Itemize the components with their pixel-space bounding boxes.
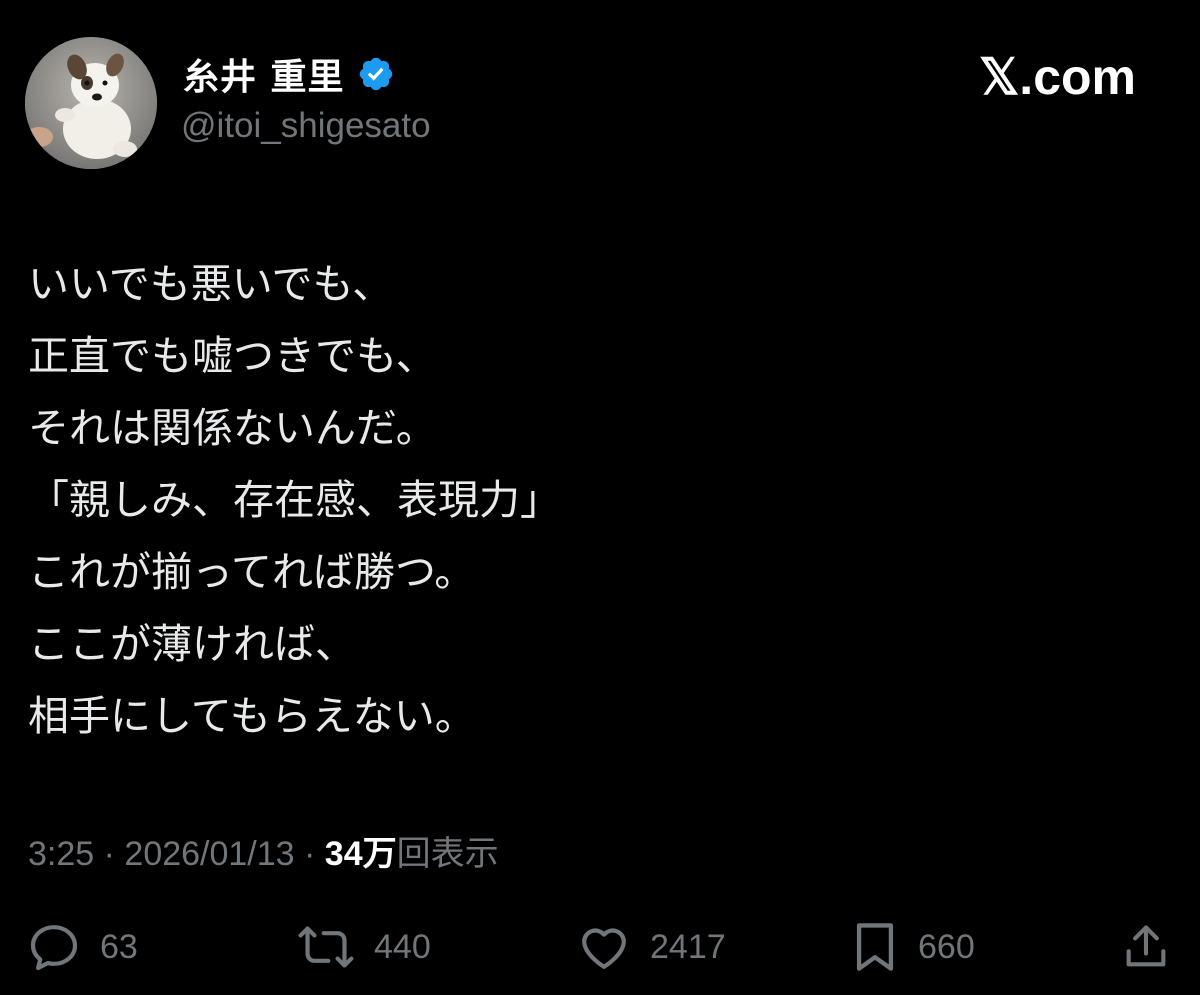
dog-avatar-image <box>25 37 157 169</box>
reply-count: 63 <box>100 927 138 966</box>
repost-count: 440 <box>374 927 431 966</box>
tweet-line: これが揃ってれば勝つ。 <box>28 548 476 596</box>
share-icon <box>1120 919 1172 975</box>
views-count[interactable]: 34万 <box>325 835 397 873</box>
repost-button[interactable]: 440 <box>296 915 431 979</box>
tweet-line: ここが薄ければ、 <box>28 620 356 668</box>
repost-icon <box>296 919 356 975</box>
tweet-meta: 3:25 · 2026/01/13 · 34万回表示 <box>28 826 499 875</box>
heart-icon <box>576 919 632 975</box>
views-label: 回表示 <box>396 835 499 873</box>
like-button[interactable]: 2417 <box>576 915 726 979</box>
tweet-line: いいでも悪いでも、 <box>28 260 394 308</box>
share-button[interactable] <box>1120 915 1172 979</box>
bookmark-icon <box>850 919 900 975</box>
author-display-name[interactable]: 糸井 重里 <box>183 52 395 98</box>
avatar[interactable] <box>25 37 157 169</box>
tweet-line: 相手にしてもらえない。 <box>28 692 476 740</box>
reply-icon <box>26 919 82 975</box>
tweet-time[interactable]: 3:25 <box>28 835 94 873</box>
x-brand-logo: 𝕏.com <box>979 49 1136 105</box>
like-count: 2417 <box>650 927 726 966</box>
tweet-line: それは関係ないんだ。 <box>28 404 437 452</box>
meta-separator: · <box>294 835 325 873</box>
tweet-line: 正直でも嘘つきでも、 <box>28 332 437 380</box>
display-name-text: 糸井 重里 <box>183 57 345 98</box>
meta-separator: · <box>94 835 125 873</box>
reply-button[interactable]: 63 <box>26 915 138 979</box>
tweet-line: 「親しみ、存在感、表現力」 <box>28 476 561 524</box>
tweet-date[interactable]: 2026/01/13 <box>124 835 294 873</box>
bookmark-count: 660 <box>918 927 975 966</box>
author-handle[interactable]: @itoi_shigesato <box>181 106 431 146</box>
bookmark-button[interactable]: 660 <box>850 915 975 979</box>
tweet-text: いいでも悪いでも、 正直でも嘘つきでも、 それは関係ないんだ。 「親しみ、存在感… <box>28 248 1128 752</box>
verified-badge-icon <box>357 55 395 93</box>
action-bar: 63 440 2417 660 <box>0 915 1200 979</box>
